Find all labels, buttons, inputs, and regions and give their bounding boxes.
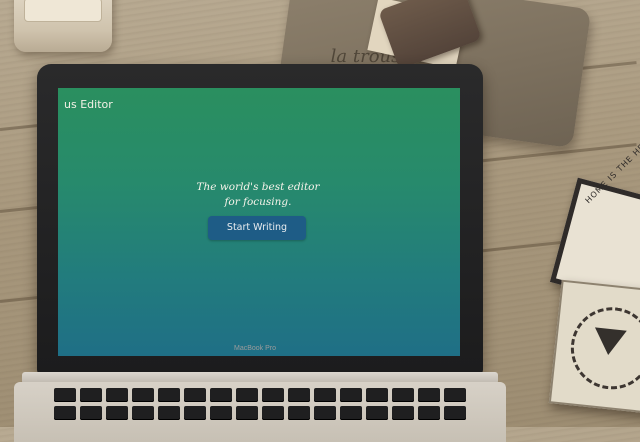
key [418, 406, 440, 420]
key [158, 388, 180, 402]
key [158, 406, 180, 420]
coaster-emblem [592, 327, 627, 357]
key [54, 388, 76, 402]
key [210, 388, 232, 402]
key [106, 388, 128, 402]
key [132, 388, 154, 402]
key [366, 388, 388, 402]
key [262, 388, 284, 402]
laptop-base [14, 382, 506, 442]
key [184, 388, 206, 402]
key [444, 406, 466, 420]
keyboard-row [54, 406, 466, 420]
key [80, 406, 102, 420]
coaster-bottom [548, 279, 640, 415]
coaster-text: HOME IS THE HEART OF THE HOLIDAYS [583, 65, 640, 206]
key [184, 406, 206, 420]
key [314, 406, 336, 420]
key [106, 406, 128, 420]
app-title: us Editor [64, 98, 113, 111]
model-label: MacBook Pro [233, 345, 277, 352]
key [340, 406, 362, 420]
key [210, 406, 232, 420]
key [444, 388, 466, 402]
key [54, 406, 76, 420]
key [314, 388, 336, 402]
jar [14, 0, 112, 52]
key [366, 406, 388, 420]
key [236, 406, 258, 420]
start-writing-button[interactable]: Start Writing [208, 216, 306, 240]
key [288, 406, 310, 420]
tagline-line-1: The world's best editor [196, 181, 320, 193]
tagline-line-2: for focusing. [224, 196, 292, 208]
key [288, 388, 310, 402]
key [236, 388, 258, 402]
tagline: The world's best editor for focusing. [188, 180, 328, 210]
key [392, 388, 414, 402]
key [340, 388, 362, 402]
keyboard-row [54, 388, 466, 402]
key [80, 388, 102, 402]
key [418, 388, 440, 402]
key [392, 406, 414, 420]
key [262, 406, 284, 420]
laptop-screen: us Editor The world's best editor for fo… [58, 88, 460, 356]
key [132, 406, 154, 420]
